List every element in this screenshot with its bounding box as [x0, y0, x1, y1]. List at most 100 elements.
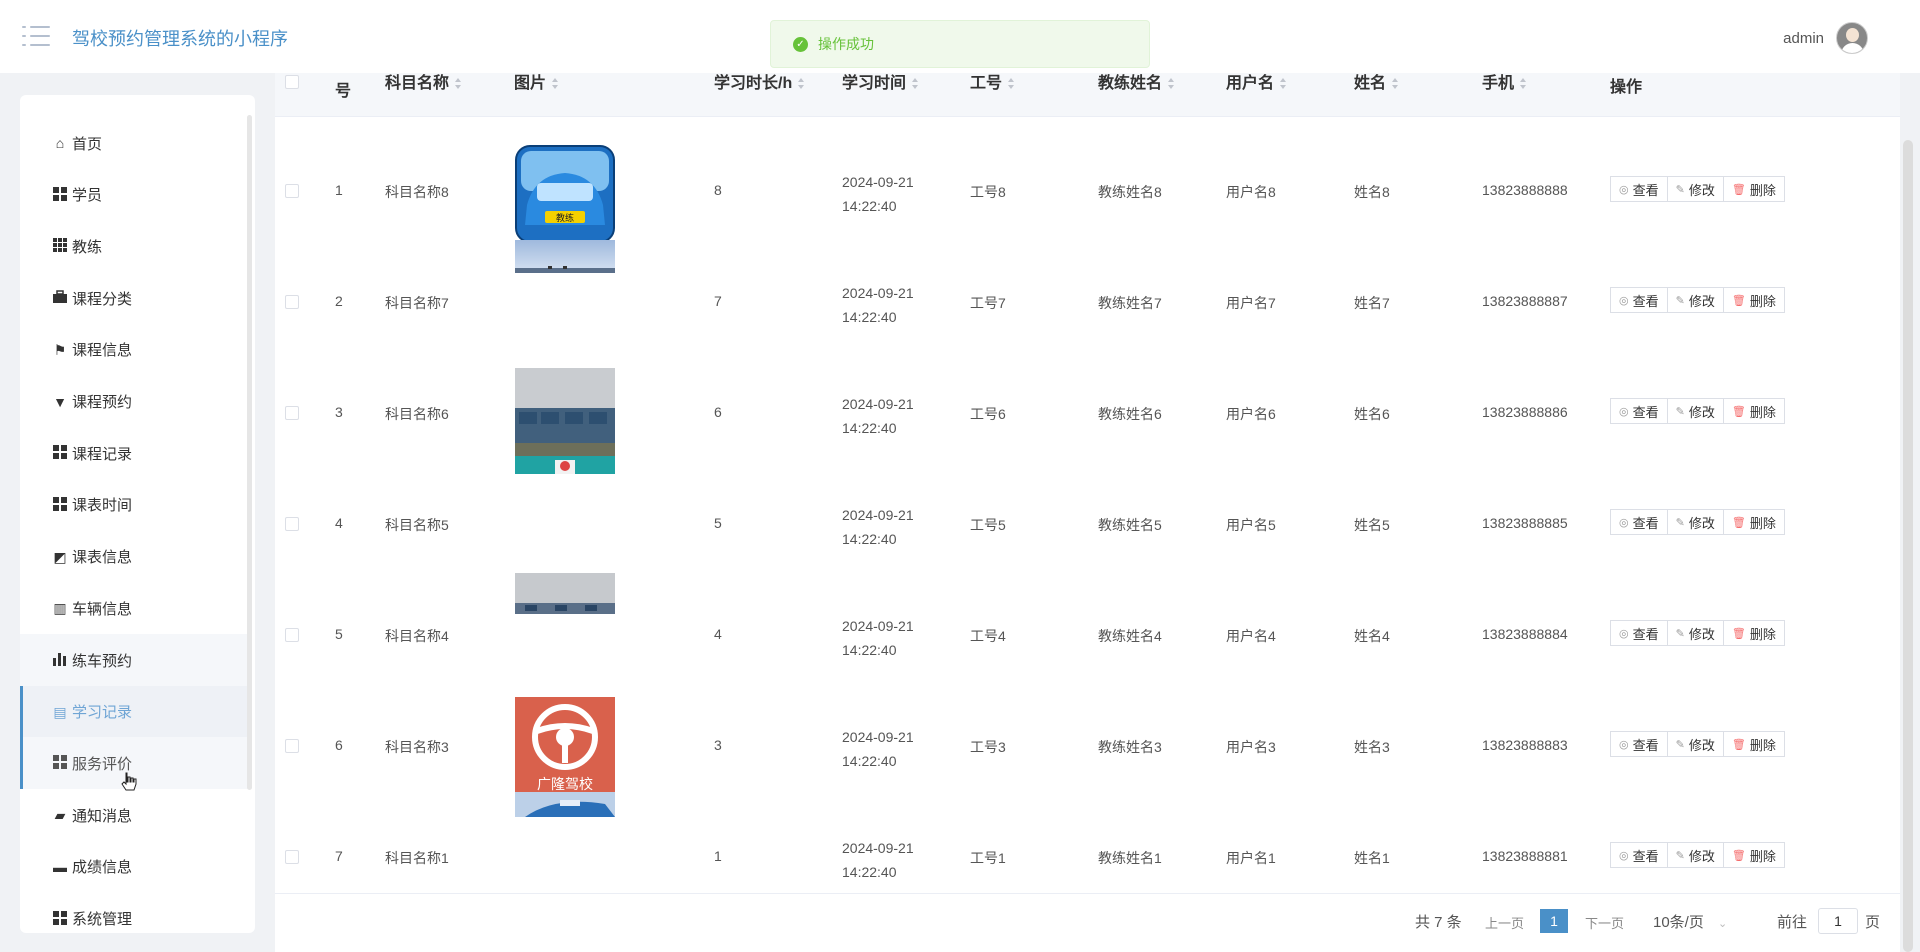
- column-header-time[interactable]: 学习时间: [842, 69, 919, 93]
- select-all-checkbox[interactable]: [285, 75, 299, 89]
- list-icon[interactable]: [22, 24, 50, 48]
- user-name[interactable]: admin: [1783, 30, 1824, 47]
- sidebar-item-label: 练车预约: [72, 652, 133, 670]
- sidebar-item-11[interactable]: ▤ 学习记录: [20, 685, 250, 738]
- delete-button[interactable]: 🗑 删除: [1722, 620, 1785, 646]
- app-title: 驾校预约管理系统的小程序: [72, 29, 288, 49]
- cell-username: 用户名3: [1226, 739, 1276, 755]
- row-actions: ◎ 查看 ✎ 修改 🗑 删除: [1610, 398, 1785, 424]
- column-header-name[interactable]: 姓名: [1354, 69, 1399, 93]
- sidebar-item-label: 车辆信息: [72, 600, 133, 618]
- delete-button[interactable]: 🗑 删除: [1722, 398, 1785, 424]
- cell-time: 2024-09-21 14:22:40: [842, 729, 914, 769]
- delete-button[interactable]: 🗑 删除: [1722, 842, 1785, 868]
- view-button[interactable]: ◎ 查看: [1610, 176, 1668, 202]
- eye-icon: ◎: [1619, 183, 1629, 196]
- cell-time: 2024-09-21 14:22:40: [842, 840, 914, 880]
- thumbnail-image[interactable]: [515, 368, 615, 468]
- row-checkbox[interactable]: [285, 517, 299, 531]
- cell-subject: 科目名称8: [385, 184, 449, 200]
- sidebar-item-4[interactable]: ⚑ 课程信息: [20, 324, 250, 376]
- delete-button[interactable]: 🗑 删除: [1722, 176, 1785, 202]
- pagination-next[interactable]: 下一页: [1585, 913, 1624, 932]
- avatar[interactable]: [1836, 22, 1868, 54]
- cell-job-no: 工号1: [970, 850, 1006, 866]
- edit-icon: ✎: [1675, 516, 1685, 529]
- trash-icon: 🗑: [1731, 849, 1746, 862]
- cell-username: 用户名1: [1226, 850, 1276, 866]
- thumbnail-image[interactable]: 教练: [515, 145, 615, 243]
- cell-username: 用户名5: [1226, 517, 1276, 533]
- delete-button[interactable]: 🗑 删除: [1722, 287, 1785, 313]
- grid-icon: [52, 496, 68, 513]
- sidebar-item-label: 课程信息: [72, 342, 133, 360]
- row-checkbox[interactable]: [285, 628, 299, 642]
- column-header-username[interactable]: 用户名: [1226, 69, 1287, 93]
- table-row: 2 科目名称7 7 工号7 教练姓名7 用户名7 姓名7 13823888887 2024-09…: [275, 240, 1900, 358]
- view-button[interactable]: ◎ 查看: [1610, 287, 1668, 313]
- chevron-down-icon: ⌄: [1718, 918, 1728, 930]
- row-checkbox[interactable]: [285, 406, 299, 420]
- sidebar-item-0[interactable]: ⌂ 首页: [20, 117, 250, 169]
- pagination-prev[interactable]: 上一页: [1485, 913, 1524, 932]
- sidebar-item-2[interactable]: 教练: [20, 220, 250, 272]
- sidebar-scrollbar[interactable]: [247, 115, 252, 790]
- row-checkbox[interactable]: [285, 184, 299, 198]
- edit-button[interactable]: ✎ 修改: [1666, 842, 1724, 868]
- row-checkbox[interactable]: [285, 295, 299, 309]
- sidebar-item-3[interactable]: 课程分类: [20, 272, 250, 324]
- view-button[interactable]: ◎ 查看: [1610, 398, 1668, 424]
- cell-username: 用户名8: [1226, 184, 1276, 200]
- cell-coach: 教练姓名7: [1098, 295, 1162, 311]
- sidebar-item-1[interactable]: 学员: [20, 169, 250, 221]
- edit-button[interactable]: ✎ 修改: [1666, 509, 1724, 535]
- edit-button[interactable]: ✎ 修改: [1666, 731, 1724, 757]
- column-header-phone[interactable]: 手机: [1482, 69, 1527, 93]
- edit-button[interactable]: ✎ 修改: [1666, 398, 1724, 424]
- row-actions: ◎ 查看 ✎ 修改 🗑 删除: [1610, 176, 1785, 202]
- table-row: 5 科目名称4 4 工号4 教练姓名4 用户名4 姓名4 13823888884 2024-09…: [275, 573, 1900, 691]
- sidebar-item-9[interactable]: ▥ 车辆信息: [20, 582, 250, 634]
- cell-hours: 8: [714, 182, 722, 198]
- goto-page-input[interactable]: 1: [1818, 908, 1858, 934]
- sidebar-item-5[interactable]: ▼ 课程预约: [20, 376, 250, 428]
- row-actions: ◎ 查看 ✎ 修改 🗑 删除: [1610, 287, 1785, 313]
- page-scrollbar[interactable]: [1903, 140, 1913, 952]
- pagination-page-current[interactable]: 1: [1540, 909, 1568, 933]
- sidebar-item-6[interactable]: 课程记录: [20, 427, 250, 479]
- sidebar-item-14[interactable]: ▬ 成绩信息: [20, 841, 250, 893]
- sidebar-item-13[interactable]: ▰ 通知消息: [20, 789, 250, 841]
- edit-button[interactable]: ✎ 修改: [1666, 287, 1724, 313]
- column-header-no: 号: [335, 83, 352, 100]
- view-button[interactable]: ◎ 查看: [1610, 620, 1668, 646]
- view-button-label: 查看: [1632, 515, 1659, 531]
- row-checkbox[interactable]: [285, 739, 299, 753]
- edit-button[interactable]: ✎ 修改: [1666, 176, 1724, 202]
- user-menu[interactable]: admin: [1783, 22, 1868, 54]
- sidebar-item-15[interactable]: 系统管理: [20, 893, 250, 934]
- sidebar-item-7[interactable]: 课表时间: [20, 479, 250, 531]
- page-size-select[interactable]: 10条/页 ⌄: [1653, 911, 1727, 932]
- row-checkbox[interactable]: [285, 850, 299, 864]
- view-button[interactable]: ◎ 查看: [1610, 509, 1668, 535]
- view-button[interactable]: ◎ 查看: [1610, 842, 1668, 868]
- sidebar-item-10[interactable]: 练车预约: [20, 634, 250, 686]
- delete-button[interactable]: 🗑 删除: [1722, 731, 1785, 757]
- edit-button[interactable]: ✎ 修改: [1666, 620, 1724, 646]
- column-header-subject[interactable]: 科目名称: [385, 69, 462, 93]
- column-header-image[interactable]: 图片: [514, 69, 559, 93]
- column-header-job-no[interactable]: 工号: [970, 69, 1015, 93]
- view-button[interactable]: ◎ 查看: [1610, 731, 1668, 757]
- thumbnail-image[interactable]: [515, 240, 615, 273]
- delete-button[interactable]: 🗑 删除: [1722, 509, 1785, 535]
- view-button-label: 查看: [1632, 293, 1659, 309]
- row-actions: ◎ 查看 ✎ 修改 🗑 删除: [1610, 731, 1785, 757]
- column-header-coach[interactable]: 教练姓名: [1098, 69, 1175, 93]
- thumbnail-image[interactable]: [515, 573, 615, 614]
- column-header-hours[interactable]: 学习时长/h: [714, 69, 805, 93]
- sidebar-item-8[interactable]: ◩ 课表信息: [20, 531, 250, 583]
- thumbnail-image[interactable]: [515, 456, 615, 474]
- cell-name: 姓名3: [1354, 739, 1390, 755]
- thumbnail-image[interactable]: 广隆驾校: [515, 697, 615, 797]
- thumbnail-image[interactable]: [515, 792, 615, 817]
